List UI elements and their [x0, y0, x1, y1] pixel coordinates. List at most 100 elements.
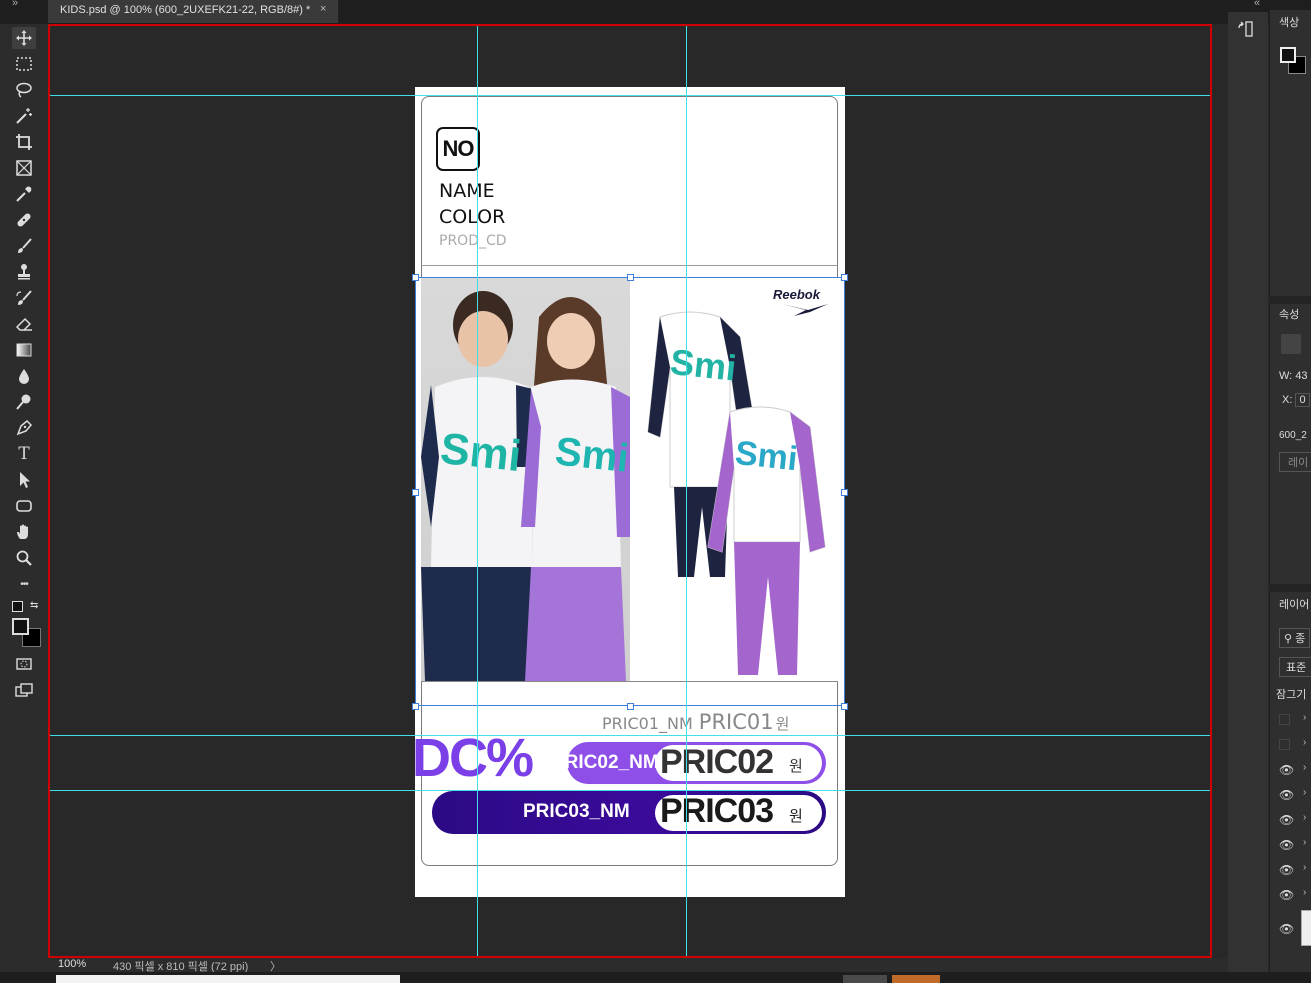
price-03-currency: 원 [789, 808, 803, 825]
eye-icon[interactable]: 👁 [1279, 813, 1294, 827]
pen-tool[interactable] [12, 417, 36, 439]
shape-tool[interactable] [12, 495, 36, 517]
document-properties-icon[interactable] [1281, 334, 1301, 354]
marquee-tool[interactable] [12, 53, 36, 75]
width-value[interactable]: 43 [1295, 370, 1307, 382]
properties-panel-tab[interactable]: 속성 [1279, 306, 1299, 322]
layer-expand-icon[interactable]: › [1303, 862, 1306, 873]
frame-tool[interactable] [12, 157, 36, 179]
handle-bottom-left[interactable] [412, 703, 419, 710]
guide-vertical[interactable] [477, 26, 478, 956]
foreground-color-swatch[interactable] [12, 618, 29, 635]
brush-tool[interactable] [12, 235, 36, 257]
move-tool[interactable] [12, 27, 36, 49]
zoom-tool[interactable] [12, 547, 36, 569]
layer-thumbnail[interactable] [1301, 910, 1311, 946]
taskbar-item-active[interactable] [892, 975, 940, 983]
document-tab-title: KIDS.psd @ 100% (600_2UXEFK21-22, RGB/8#… [60, 4, 311, 16]
eyedropper-tool[interactable] [12, 183, 36, 205]
color-label: COLOR [439, 206, 506, 228]
layer-button[interactable]: 레이 [1279, 452, 1311, 472]
swap-colors-icon[interactable]: ⇆ [30, 600, 38, 611]
guide-horizontal[interactable] [50, 790, 1210, 791]
magic-wand-tool[interactable] [12, 105, 36, 127]
collapse-right-icon[interactable]: « [1254, 0, 1260, 9]
eye-icon[interactable]: 👁 [1279, 888, 1294, 902]
handle-top-center[interactable] [627, 274, 634, 281]
x-value[interactable]: 0 [1295, 393, 1310, 407]
layers-panel-tab[interactable]: 레이어 [1279, 596, 1309, 612]
panel-separator [1269, 296, 1311, 304]
quick-mask-button[interactable] [12, 653, 36, 675]
path-select-tool[interactable] [12, 469, 36, 491]
lock-label: 잠그기 [1276, 689, 1307, 701]
frame-icon [16, 160, 32, 176]
width-label-text: W: [1279, 370, 1293, 382]
zoom-icon [16, 550, 32, 566]
horizontal-scrollbar[interactable] [56, 975, 400, 983]
eyedropper-icon [16, 186, 32, 202]
history-brush-tool[interactable] [12, 287, 36, 309]
default-colors-icon[interactable] [12, 601, 23, 612]
brush-icon [18, 238, 32, 253]
handle-top-left[interactable] [412, 274, 419, 281]
gradient-icon [16, 343, 32, 357]
magic-wand-icon [16, 108, 32, 124]
eye-icon[interactable]: 👁 [1279, 838, 1294, 852]
x-label: X: 0 [1282, 393, 1310, 407]
eye-icon[interactable]: 👁 [1279, 788, 1294, 802]
stamp-tool[interactable] [12, 261, 36, 283]
path-select-icon [20, 472, 30, 488]
prod-cd-label: PROD_CD [439, 233, 507, 249]
color-panel-tab[interactable]: 색상 [1279, 14, 1299, 30]
layer-expand-icon[interactable]: › [1303, 737, 1306, 748]
layer-expand-icon[interactable]: › [1303, 712, 1306, 723]
handle-middle-left[interactable] [412, 489, 419, 496]
layer-expand-icon[interactable]: › [1303, 837, 1306, 848]
dodge-icon [16, 394, 31, 410]
hand-icon [17, 524, 28, 539]
zoom-level[interactable]: 100% [58, 958, 86, 970]
layer-expand-icon[interactable]: › [1303, 887, 1306, 898]
handle-middle-right[interactable] [841, 489, 848, 496]
more-tools[interactable]: ••• [12, 573, 36, 595]
screen-mode-button[interactable] [12, 679, 36, 701]
handle-bottom-right[interactable] [841, 703, 848, 710]
guide-horizontal[interactable] [50, 95, 1210, 96]
eye-icon[interactable]: 👁 [1279, 922, 1294, 936]
eraser-tool[interactable] [12, 313, 36, 335]
taskbar-item[interactable] [843, 975, 887, 983]
right-panel [1269, 10, 1311, 972]
guide-horizontal[interactable] [50, 735, 1210, 736]
gradient-tool[interactable] [12, 339, 36, 361]
transform-selection-box[interactable] [415, 277, 845, 706]
layer-expand-icon[interactable]: › [1303, 787, 1306, 798]
price-01-row: PRIC01_NM PRIC01 원 [602, 710, 789, 734]
document-tab[interactable]: KIDS.psd @ 100% (600_2UXEFK21-22, RGB/8#… [48, 0, 339, 23]
x-label-text: X: [1282, 394, 1293, 406]
panel-fg-swatch[interactable] [1280, 47, 1296, 63]
close-icon[interactable]: × [320, 3, 326, 15]
eye-icon[interactable]: 👁 [1279, 863, 1294, 877]
lasso-tool[interactable] [12, 79, 36, 101]
crop-tool[interactable] [12, 131, 36, 153]
eye-icon[interactable]: 👁 [1279, 763, 1294, 777]
layer-expand-icon[interactable]: › [1303, 812, 1306, 823]
history-brush-icon [16, 290, 32, 305]
handle-bottom-center[interactable] [627, 703, 634, 710]
rect-marquee-icon [16, 57, 32, 71]
type-tool[interactable]: T [12, 443, 36, 465]
layer-visibility-toggle[interactable] [1279, 714, 1290, 725]
handle-top-right[interactable] [841, 274, 848, 281]
layer-search[interactable]: ⚲ 종 [1279, 628, 1311, 648]
collapse-left-icon[interactable]: » [12, 0, 18, 9]
guide-vertical[interactable] [686, 26, 687, 956]
layer-expand-icon[interactable]: › [1303, 762, 1306, 773]
blend-mode-select[interactable]: 표준 [1279, 657, 1311, 677]
dodge-tool[interactable] [12, 391, 36, 413]
hand-tool[interactable] [12, 521, 36, 543]
layer-visibility-toggle[interactable] [1279, 739, 1290, 750]
healing-tool[interactable] [12, 209, 36, 231]
history-icon[interactable] [1237, 20, 1255, 43]
blur-tool[interactable] [12, 365, 36, 387]
